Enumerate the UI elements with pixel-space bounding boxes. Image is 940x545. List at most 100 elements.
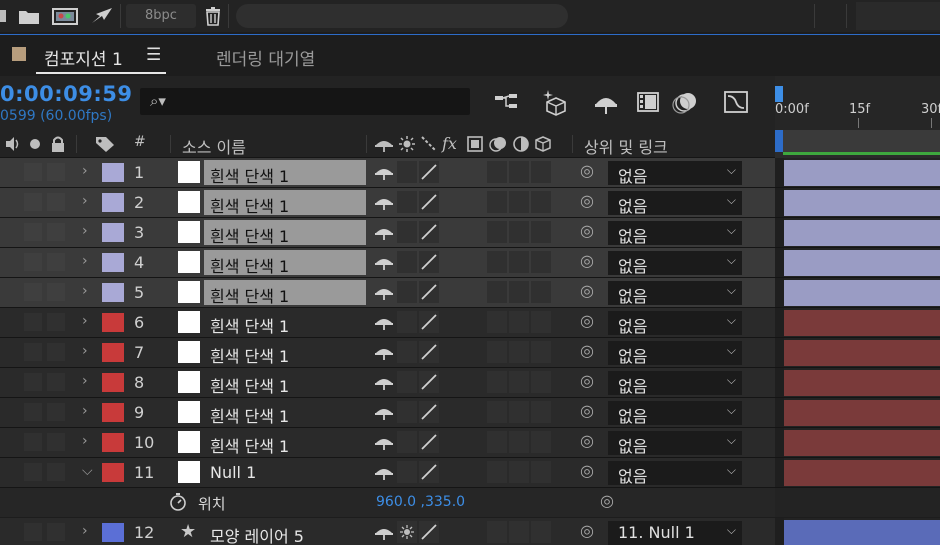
layer-row[interactable]: › 1 흰색 단색 1 ◎ 없음 ⌵ — [0, 158, 940, 188]
label-color-swatch[interactable] — [102, 283, 124, 302]
layer-switch-box[interactable] — [531, 431, 551, 453]
parent-dropdown[interactable]: 없음 ⌵ — [608, 191, 742, 216]
layer-switch-box[interactable] — [487, 521, 507, 543]
playhead-handle[interactable] — [775, 86, 783, 102]
layer-switch-box[interactable] — [487, 401, 507, 423]
visibility-switch[interactable] — [47, 463, 65, 481]
layer-switch-box[interactable] — [531, 311, 551, 333]
pick-whip-icon[interactable]: ◎ — [580, 431, 594, 450]
layer-switch-box[interactable] — [509, 251, 529, 273]
visibility-switch[interactable] — [24, 223, 42, 241]
layer-duration-bar[interactable] — [784, 280, 940, 306]
layer-switch-box[interactable] — [531, 281, 551, 303]
parent-dropdown[interactable]: 없음 ⌵ — [608, 221, 742, 246]
layer-switch-box[interactable] — [509, 521, 529, 543]
visibility-switch[interactable] — [47, 163, 65, 181]
expand-chevron-icon[interactable]: › — [82, 343, 88, 359]
visibility-switch[interactable] — [24, 253, 42, 271]
layer-switch-box[interactable] — [531, 521, 551, 543]
graph-editor-icon[interactable] — [722, 88, 750, 116]
pick-whip-icon[interactable]: ◎ — [580, 311, 594, 330]
shy-switch-icon[interactable] — [374, 433, 394, 455]
expand-chevron-icon[interactable]: › — [82, 433, 88, 449]
pick-whip-icon[interactable]: ◎ — [580, 401, 594, 420]
visibility-switch[interactable] — [47, 193, 65, 211]
expand-chevron-icon[interactable]: › — [82, 373, 88, 389]
expand-chevron-icon[interactable]: › — [82, 223, 88, 239]
layer-row[interactable]: › 5 흰색 단색 1 ◎ 없음 ⌵ — [0, 278, 940, 308]
shy-switch-icon[interactable] — [374, 253, 394, 275]
collapse-switch[interactable] — [397, 521, 417, 543]
time-ruler[interactable]: 0:00f 15f 30f — [775, 76, 940, 130]
shy-switch-icon[interactable] — [374, 283, 394, 305]
layer-duration-bar[interactable] — [784, 460, 940, 486]
tab-composition[interactable]: 컴포지션 1 — [44, 45, 123, 70]
project-search-field[interactable] — [236, 4, 568, 28]
label-color-swatch[interactable] — [102, 313, 124, 332]
shy-switch-icon[interactable] — [374, 163, 394, 185]
label-color-swatch[interactable] — [102, 523, 124, 542]
shy-switch-icon[interactable] — [374, 343, 394, 365]
label-color-swatch[interactable] — [102, 163, 124, 182]
visibility-switch[interactable] — [47, 283, 65, 301]
pick-whip-icon[interactable]: ◎ — [580, 371, 594, 390]
shy-switch-icon[interactable] — [374, 463, 394, 485]
expand-chevron-icon[interactable]: › — [82, 403, 88, 419]
layer-row[interactable]: ⌵ 11 Null 1 ◎ 없음 ⌵ — [0, 458, 940, 488]
render-icon[interactable] — [90, 6, 114, 26]
layer-switch-box[interactable] — [487, 251, 507, 273]
visibility-switch[interactable] — [24, 163, 42, 181]
parent-dropdown[interactable]: 없음 ⌵ — [608, 401, 742, 426]
layer-name[interactable]: 흰색 단색 1 — [210, 163, 289, 187]
composition-icon[interactable] — [52, 6, 78, 26]
quality-switch[interactable] — [419, 161, 439, 183]
expand-chevron-icon[interactable]: › — [82, 163, 88, 179]
layer-duration-bar[interactable] — [784, 250, 940, 276]
visibility-switch[interactable] — [24, 433, 42, 451]
pick-whip-icon[interactable]: ◎ — [580, 161, 594, 180]
layer-name[interactable]: 흰색 단색 1 — [210, 343, 289, 367]
pick-whip-icon[interactable]: ◎ — [580, 461, 594, 480]
visibility-switch[interactable] — [24, 463, 42, 481]
layer-switch-box[interactable] — [531, 371, 551, 393]
parent-dropdown[interactable]: 없음 ⌵ — [608, 431, 742, 456]
collapse-chevron-icon[interactable]: ⌵ — [82, 463, 93, 479]
collapse-switch[interactable] — [397, 281, 417, 303]
layer-name[interactable]: 흰색 단색 1 — [210, 403, 289, 427]
layer-switch-box[interactable] — [487, 461, 507, 483]
layer-duration-bar[interactable] — [784, 370, 940, 396]
layer-switch-box[interactable] — [509, 341, 529, 363]
parent-dropdown[interactable]: 없음 ⌵ — [608, 161, 742, 186]
visibility-switch[interactable] — [47, 223, 65, 241]
layer-switch-box[interactable] — [509, 431, 529, 453]
label-color-swatch[interactable] — [102, 193, 124, 212]
tab-render-queue[interactable]: 렌더링 대기열 — [216, 45, 315, 70]
layer-row[interactable]: › 8 흰색 단색 1 ◎ 없음 ⌵ — [0, 368, 940, 398]
pick-whip-icon[interactable]: ◎ — [580, 251, 594, 270]
trash-icon[interactable] — [204, 6, 222, 26]
expand-chevron-icon[interactable]: › — [82, 193, 88, 209]
layer-row[interactable]: › 7 흰색 단색 1 ◎ 없음 ⌵ — [0, 338, 940, 368]
layer-name[interactable]: 흰색 단색 1 — [210, 223, 289, 247]
quality-switch[interactable] — [419, 401, 439, 423]
layer-switch-box[interactable] — [509, 191, 529, 213]
layer-row[interactable]: › 6 흰색 단색 1 ◎ 없음 ⌵ — [0, 308, 940, 338]
shy-layers-icon[interactable] — [592, 88, 620, 116]
layer-switch-box[interactable] — [531, 251, 551, 273]
parent-dropdown[interactable]: 없음 ⌵ — [608, 341, 742, 366]
layer-switch-box[interactable] — [487, 221, 507, 243]
layer-duration-bar[interactable] — [784, 520, 940, 545]
collapse-switch[interactable] — [397, 191, 417, 213]
layer-switch-box[interactable] — [487, 191, 507, 213]
tab-menu-icon[interactable]: ☰ — [146, 45, 161, 65]
collapse-switch[interactable] — [397, 401, 417, 423]
layer-name[interactable]: 흰색 단색 1 — [210, 373, 289, 397]
pick-whip-icon[interactable]: ◎ — [580, 281, 594, 300]
expand-chevron-icon[interactable]: › — [82, 283, 88, 299]
visibility-switch[interactable] — [24, 403, 42, 421]
pick-whip-icon[interactable]: ◎ — [580, 221, 594, 240]
quality-switch[interactable] — [419, 431, 439, 453]
pick-whip-icon[interactable]: ◎ — [580, 521, 594, 540]
layer-switch-box[interactable] — [509, 221, 529, 243]
layer-switch-box[interactable] — [509, 281, 529, 303]
